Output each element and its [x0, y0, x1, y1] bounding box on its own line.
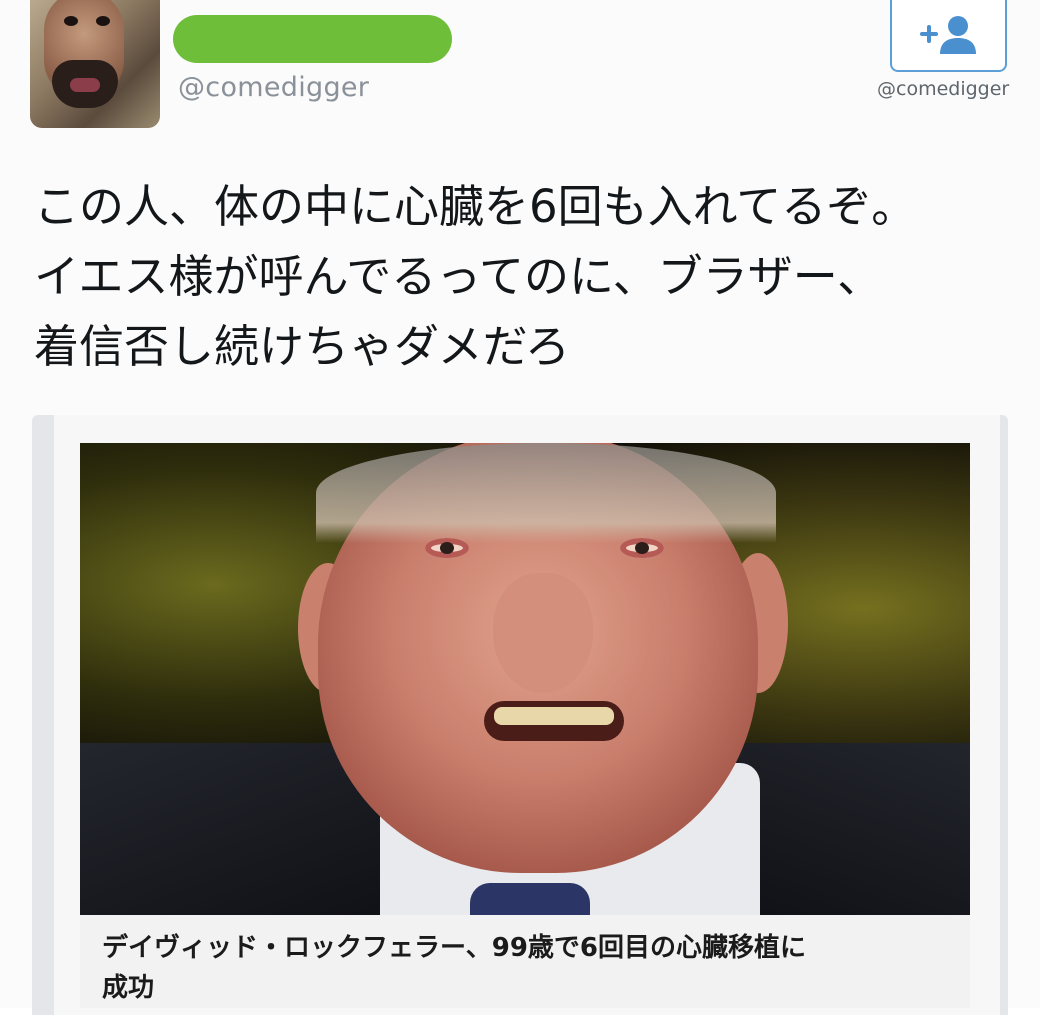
- card-caption[interactable]: デイヴィッド・ロックフェラー、99歳で6回目の心臓移植に 成功: [102, 928, 962, 1008]
- follow-handle-label: @comedigger: [877, 78, 1010, 100]
- teeth: [494, 707, 614, 725]
- user-handle[interactable]: @comedigger: [178, 72, 369, 103]
- nose: [493, 573, 593, 693]
- eye-left: [425, 538, 469, 558]
- hair: [316, 443, 776, 543]
- redacted-display-name[interactable]: [173, 15, 452, 63]
- avatar-eye-left: [64, 16, 78, 26]
- eye-right: [620, 538, 664, 558]
- card-image[interactable]: [80, 443, 970, 915]
- tie: [470, 883, 590, 915]
- avatar-mouth: [70, 78, 100, 92]
- avatar[interactable]: [30, 0, 160, 128]
- tweet-text-line-1: この人、体の中に心臓を6回も入れてるぞ。: [34, 180, 917, 233]
- tweet-text-line-3: 着信否し続けちゃダメだろ: [34, 320, 570, 373]
- card-caption-line-1: デイヴィッド・ロックフェラー、99歳で6回目の心臓移植に: [102, 933, 807, 963]
- follow-button[interactable]: [890, 0, 1007, 72]
- card-caption-line-2: 成功: [102, 973, 155, 1003]
- add-user-icon: [920, 16, 976, 54]
- avatar-eye-right: [96, 16, 110, 26]
- tweet-text-line-2: イエス様が呼んでるってのに、ブラザー、: [34, 250, 883, 303]
- tweet-text: この人、体の中に心臓を6回も入れてるぞ。 イエス様が呼んでるってのに、ブラザー、…: [34, 172, 1024, 382]
- tweet-frame: @comedigger @comedigger この人、体の中に心臓を6回も入れ…: [0, 0, 1040, 1015]
